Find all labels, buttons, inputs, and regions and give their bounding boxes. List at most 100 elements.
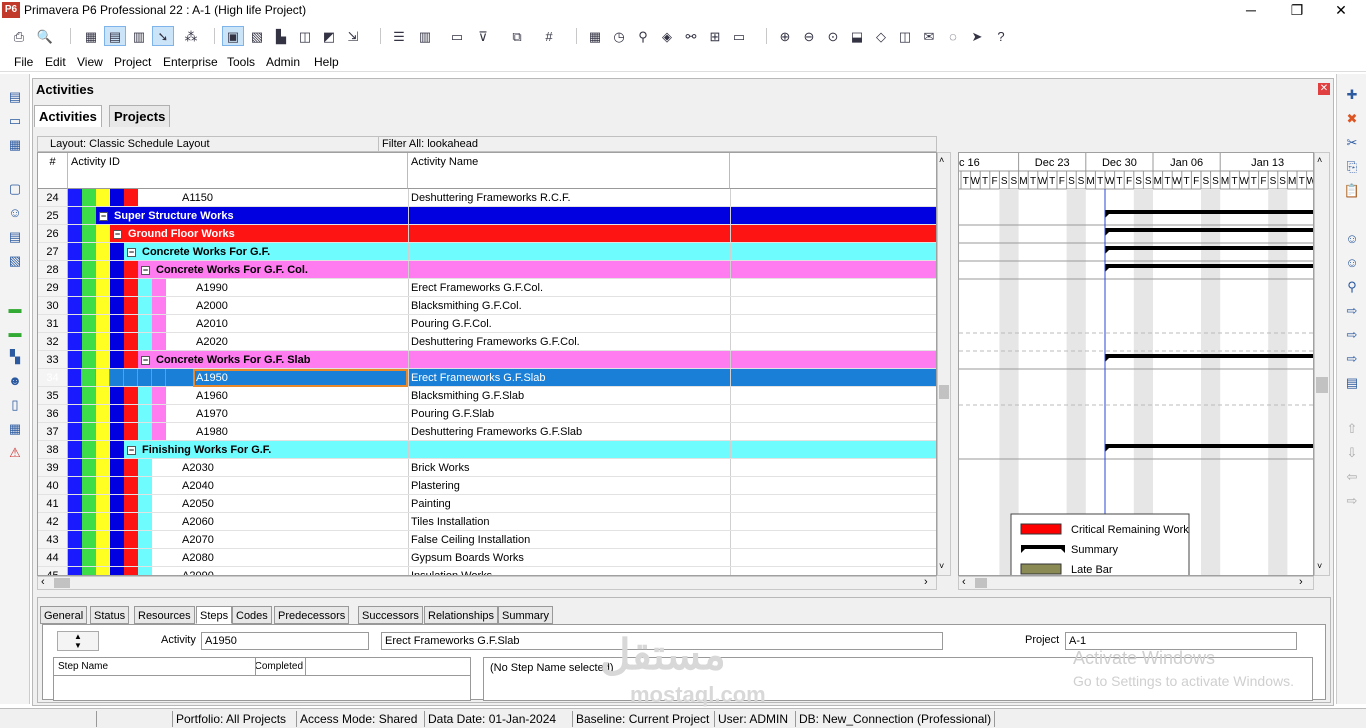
- wbs-row[interactable]: 28 − Concrete Works For G.F. Col.: [38, 261, 936, 279]
- resources-icon[interactable]: ☺: [5, 204, 25, 222]
- activity-id[interactable]: A2080: [182, 549, 214, 566]
- activity-name[interactable]: Deshuttering Frameworks R.C.F.: [411, 189, 571, 206]
- calculator-icon[interactable]: ▦: [5, 420, 25, 438]
- collapse-icon[interactable]: −: [141, 355, 150, 365]
- row-number[interactable]: 37: [38, 423, 68, 440]
- row-number[interactable]: 39: [38, 459, 68, 476]
- activity-id[interactable]: A2060: [182, 513, 214, 530]
- scroll-thumb[interactable]: [939, 385, 949, 399]
- wbs-name[interactable]: − Concrete Works For G.F. Col.: [141, 261, 308, 278]
- activity-name[interactable]: False Ceiling Installation: [411, 531, 530, 548]
- gantt-scroll-thumb[interactable]: [1316, 377, 1328, 393]
- col-header-activity-name[interactable]: Activity Name: [408, 153, 730, 189]
- detail-tab-predecessors[interactable]: Predecessors: [274, 606, 350, 624]
- eps-icon[interactable]: ▢: [5, 180, 25, 198]
- gantt-scroll-down-icon[interactable]: ˅: [1317, 561, 1322, 571]
- menu-view[interactable]: View: [77, 55, 103, 69]
- activity-name[interactable]: Insulation Works: [411, 567, 492, 575]
- activity-id[interactable]: A2000: [196, 297, 228, 314]
- zoom-reset-icon[interactable]: ⊙: [822, 26, 844, 46]
- bar-chart-icon[interactable]: ▥: [128, 26, 150, 46]
- wbs-row[interactable]: 38 − Finishing Works For G.F.: [38, 441, 936, 459]
- activity-id[interactable]: A2020: [196, 333, 228, 350]
- wbs-row[interactable]: 25 − Super Structure Works: [38, 207, 936, 225]
- layout-label[interactable]: Layout: Classic Schedule Layout: [50, 138, 210, 150]
- detail-tab-resources[interactable]: Resources: [134, 606, 195, 624]
- gantt-horizontal-scrollbar[interactable]: ‹ ›: [958, 576, 1314, 590]
- activity-id[interactable]: A1980: [196, 423, 228, 440]
- menu-project[interactable]: Project: [114, 55, 151, 69]
- link-icon[interactable]: ⚯: [680, 26, 702, 46]
- close-button[interactable]: ✕: [1318, 0, 1364, 22]
- detail-tab-status[interactable]: Status: [90, 606, 130, 624]
- cut-icon[interactable]: ✂: [1342, 134, 1362, 152]
- filter-label[interactable]: Filter All: lookahead: [382, 138, 478, 150]
- row-number[interactable]: 34: [38, 369, 68, 386]
- assign-resource-icon[interactable]: ☺: [1342, 230, 1362, 248]
- gantt-scroll-up-icon[interactable]: ˄: [1317, 155, 1322, 165]
- wbs-name[interactable]: − Super Structure Works: [99, 207, 234, 224]
- wbs-name[interactable]: − Concrete Works For G.F. Slab: [141, 351, 310, 368]
- gantt-vertical-scrollbar[interactable]: ˄ ˅: [1314, 152, 1330, 576]
- print-icon[interactable]: ⎙: [8, 26, 30, 46]
- resource-usage-icon[interactable]: ▧: [246, 26, 268, 46]
- activity-id[interactable]: A2050: [182, 495, 214, 512]
- copy-icon[interactable]: ⎘: [1342, 158, 1362, 176]
- table-vertical-scrollbar[interactable]: ˄ ˅: [937, 152, 951, 576]
- relationships-icon[interactable]: ⇨: [1342, 350, 1362, 368]
- wbs-row[interactable]: 26 − Ground Floor Works: [38, 225, 936, 243]
- wbs-row[interactable]: 33 − Concrete Works For G.F. Slab: [38, 351, 936, 369]
- activity-row[interactable]: 24 A1150 Deshuttering Frameworks R.C.F.: [38, 189, 936, 207]
- delete-icon[interactable]: ✖: [1342, 110, 1362, 128]
- activity-id-field[interactable]: A1950: [201, 632, 369, 650]
- detail-tab-general[interactable]: General: [40, 606, 88, 624]
- risks-icon[interactable]: ⚠: [5, 444, 25, 462]
- wbs-row[interactable]: 27 − Concrete Works For G.F.: [38, 243, 936, 261]
- hscroll-thumb[interactable]: [54, 578, 70, 588]
- row-number[interactable]: 32: [38, 333, 68, 350]
- collapse-icon[interactable]: −: [113, 229, 122, 239]
- split-horizontal-icon[interactable]: ⬓: [846, 26, 868, 46]
- detail-tab-codes[interactable]: Codes: [232, 606, 272, 624]
- nav-updown-icon[interactable]: ▲ ▼: [57, 631, 99, 651]
- detail-tab-relationships[interactable]: Relationships: [424, 606, 499, 624]
- activity-name[interactable]: Brick Works: [411, 459, 469, 476]
- activity-id[interactable]: A1960: [196, 387, 228, 404]
- row-number[interactable]: 33: [38, 351, 68, 368]
- schedule-icon[interactable]: ⇲: [342, 26, 364, 46]
- notes-icon[interactable]: ✉: [918, 26, 940, 46]
- table-view-icon[interactable]: ▦: [80, 26, 102, 46]
- activity-id[interactable]: A2010: [196, 315, 228, 332]
- activity-name[interactable]: Blacksmithing G.F.Slab: [411, 387, 524, 404]
- details-icon[interactable]: ▣: [222, 26, 244, 46]
- scroll-up-icon[interactable]: ˄: [939, 155, 944, 165]
- discussion-icon[interactable]: ◌: [942, 26, 964, 46]
- split-vertical-icon[interactable]: ◫: [894, 26, 916, 46]
- print-preview-icon[interactable]: 🔍: [34, 26, 56, 46]
- activity-id[interactable]: A1970: [196, 405, 228, 422]
- wbs-name[interactable]: − Concrete Works For G.F.: [127, 243, 270, 260]
- activity-name[interactable]: Pouring G.F.Col.: [411, 315, 492, 332]
- activity-id[interactable]: A2090: [182, 567, 214, 575]
- activity-row[interactable]: 35 A1960 Blacksmithing G.F.Slab: [38, 387, 936, 405]
- network-icon[interactable]: ◫: [294, 26, 316, 46]
- row-number[interactable]: 31: [38, 315, 68, 332]
- activity-row[interactable]: 30 A2000 Blacksmithing G.F.Col.: [38, 297, 936, 315]
- row-number[interactable]: 28: [38, 261, 68, 278]
- gantt-hscroll-thumb[interactable]: [975, 578, 987, 588]
- reports-icon[interactable]: ▤: [5, 228, 25, 246]
- detail-tab-summary[interactable]: Summary: [498, 606, 554, 624]
- progress-spotlight-icon[interactable]: ➘: [152, 26, 174, 46]
- successors-icon[interactable]: ⇨: [1342, 326, 1362, 344]
- activity-row[interactable]: 29 A1990 Erect Frameworks G.F.Col.: [38, 279, 936, 297]
- add-icon[interactable]: ✚: [1342, 86, 1362, 104]
- move-right-icon[interactable]: ⇨: [1342, 492, 1362, 510]
- menu-tools[interactable]: Tools: [227, 55, 255, 69]
- store-period-icon[interactable]: ◈: [656, 26, 678, 46]
- row-number[interactable]: 41: [38, 495, 68, 512]
- activity-name[interactable]: Erect Frameworks G.F.Col.: [411, 279, 543, 296]
- level-icon[interactable]: ⚲: [632, 26, 654, 46]
- menu-help[interactable]: Help: [314, 55, 339, 69]
- activity-row[interactable]: 44 A2080 Gypsum Boards Works: [38, 549, 936, 567]
- wbs-chart-icon[interactable]: ▚: [5, 348, 25, 366]
